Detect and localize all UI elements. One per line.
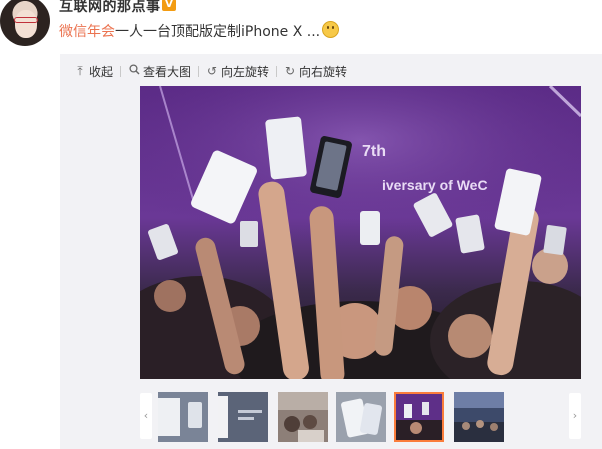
thumbnail-image	[278, 392, 328, 442]
topic-link[interactable]: 微信年会	[59, 24, 115, 40]
banner-text-2: iversary of WeC	[382, 177, 488, 193]
weibo-post: 互联网的那点事 V 微信年会一人一台顶配版定制iPhone X ... ⤒ 收起…	[0, 0, 602, 449]
banner-text-1: 7th	[362, 143, 386, 160]
thumbnail-image	[158, 392, 208, 442]
next-arrow-button[interactable]: ›	[569, 393, 581, 439]
media-box: ⤒ 收起 查看大图 ↺ 向左旋转 ↻ 向右旋转 7th iversary of …	[60, 54, 602, 449]
post-content: 微信年会一人一台顶配版定制iPhone X ...	[59, 21, 340, 41]
photo-illustration: 7th iversary of WeC	[140, 86, 581, 379]
thumbnail-active[interactable]	[394, 392, 444, 442]
avatar-face	[15, 10, 37, 38]
thumbnail-image	[336, 392, 386, 442]
thumbnail[interactable]	[336, 392, 386, 442]
smile-emoji-icon	[322, 21, 340, 38]
view-large-button[interactable]: 查看大图	[128, 63, 191, 80]
rotate-left-label: 向左旋转	[221, 64, 270, 79]
avatar-glasses	[14, 17, 38, 23]
collapse-button[interactable]: ⤒ 收起	[74, 63, 113, 80]
arrow-up-icon: ⤒	[77, 63, 83, 78]
thumbnail-image	[218, 392, 268, 442]
username-link[interactable]: 互联网的那点事	[59, 0, 161, 16]
thumbnail-image	[396, 394, 442, 440]
rotate-left-icon: ↺	[207, 64, 218, 78]
collapse-label: 收起	[89, 64, 114, 79]
thumbnail-strip: ‹ ›	[140, 390, 581, 444]
rotate-right-icon: ↻	[285, 64, 296, 78]
thumbnail[interactable]	[158, 392, 208, 442]
post-text: 一人一台顶配版定制iPhone X ...	[115, 24, 321, 40]
magnifier-icon	[128, 64, 140, 78]
prev-arrow-button[interactable]: ‹	[140, 393, 152, 439]
thumbnail[interactable]	[218, 392, 268, 442]
thumbnail[interactable]	[278, 392, 328, 442]
toolbar-divider	[198, 65, 200, 77]
image-toolbar: ⤒ 收起 查看大图 ↺ 向左旋转 ↻ 向右旋转	[74, 62, 347, 80]
rotate-left-button[interactable]: ↺ 向左旋转	[206, 63, 269, 80]
toolbar-divider	[120, 65, 122, 77]
thumbnail[interactable]	[454, 392, 504, 442]
thumbnail-image	[454, 392, 504, 442]
verified-badge-icon: V	[162, 0, 176, 11]
toolbar-divider	[276, 65, 278, 77]
view-large-label: 查看大图	[143, 64, 192, 79]
user-avatar[interactable]	[0, 0, 50, 46]
main-photo[interactable]: 7th iversary of WeC	[140, 86, 581, 379]
rotate-right-label: 向右旋转	[299, 64, 348, 79]
rotate-right-button[interactable]: ↻ 向右旋转	[284, 63, 347, 80]
